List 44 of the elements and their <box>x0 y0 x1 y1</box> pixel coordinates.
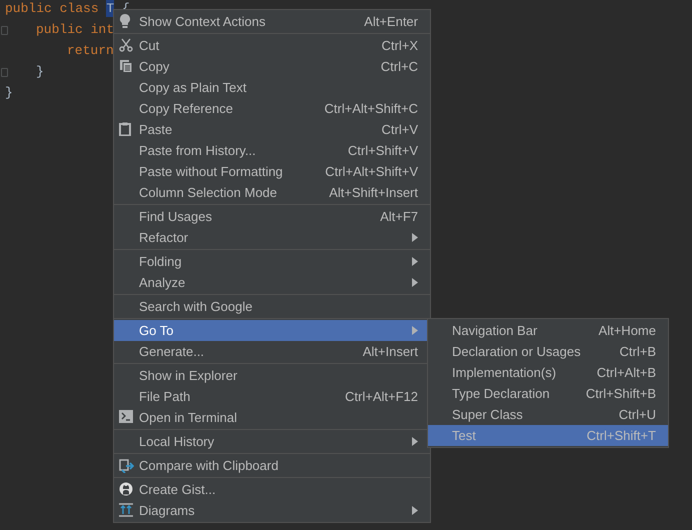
submenu-item[interactable]: Implementation(s) Ctrl+Alt+B <box>428 362 668 383</box>
lightbulb-icon <box>119 14 131 29</box>
menu-item[interactable]: Show in Explorer <box>114 365 430 386</box>
menu-item[interactable]: Copy Ctrl+C <box>114 56 430 77</box>
submenu-item[interactable]: Declaration or Usages Ctrl+B <box>428 341 668 362</box>
scissors-icon <box>119 38 133 52</box>
menu-item[interactable]: Paste from History... Ctrl+Shift+V <box>114 140 430 161</box>
fold-marker-icon[interactable] <box>1 26 8 35</box>
menu-item[interactable]: Folding <box>114 251 430 272</box>
menu-item[interactable]: Copy Reference Ctrl+Alt+Shift+C <box>114 98 430 119</box>
menu-item[interactable]: Open in Terminal <box>114 407 430 428</box>
menu-item[interactable]: Copy as Plain Text <box>114 77 430 98</box>
menu-item[interactable]: Show Context Actions Alt+Enter <box>114 11 430 32</box>
code-keyword: public int <box>36 21 114 38</box>
menu-item[interactable]: Compare with Clipboard <box>114 455 430 476</box>
menu-item[interactable]: Cut Ctrl+X <box>114 35 430 56</box>
menu-item[interactable]: Local History <box>114 431 430 452</box>
copy-icon <box>119 59 133 73</box>
menu-item[interactable]: Search with Google <box>114 296 430 317</box>
menu-item[interactable]: Paste without Formatting Ctrl+Alt+Shift+V <box>114 161 430 182</box>
menu-item[interactable]: Column Selection Mode Alt+Shift+Insert <box>114 182 430 203</box>
terminal-icon <box>119 410 133 423</box>
code-text: } <box>36 63 44 80</box>
submenu-item[interactable]: Super Class Ctrl+U <box>428 404 668 425</box>
menu-item[interactable]: File Path Ctrl+Alt+F12 <box>114 386 430 407</box>
compare-icon <box>119 458 134 473</box>
code-keyword: return <box>67 42 114 59</box>
menu-item[interactable]: Create Gist... <box>114 479 430 500</box>
diagram-icon <box>119 503 133 517</box>
code-text: } <box>5 84 13 101</box>
submenu-item[interactable]: Navigation Bar Alt+Home <box>428 320 668 341</box>
menu-item[interactable]: Go To <box>114 320 430 341</box>
clipboard-icon <box>119 122 131 136</box>
cat-logo-icon <box>119 482 133 496</box>
code-keyword: public class <box>5 0 100 17</box>
fold-marker-icon[interactable] <box>1 68 8 77</box>
menu-item[interactable]: Paste Ctrl+V <box>114 119 430 140</box>
menu-item[interactable]: Generate... Alt+Insert <box>114 341 430 362</box>
submenu-item[interactable]: Type Declaration Ctrl+Shift+B <box>428 383 668 404</box>
menu-item[interactable]: Analyze <box>114 272 430 293</box>
selected-code: T <box>106 0 114 17</box>
menu-item[interactable]: Find Usages Alt+F7 <box>114 206 430 227</box>
menu-item[interactable]: Diagrams <box>114 500 430 521</box>
menu-item[interactable]: Refactor <box>114 227 430 248</box>
